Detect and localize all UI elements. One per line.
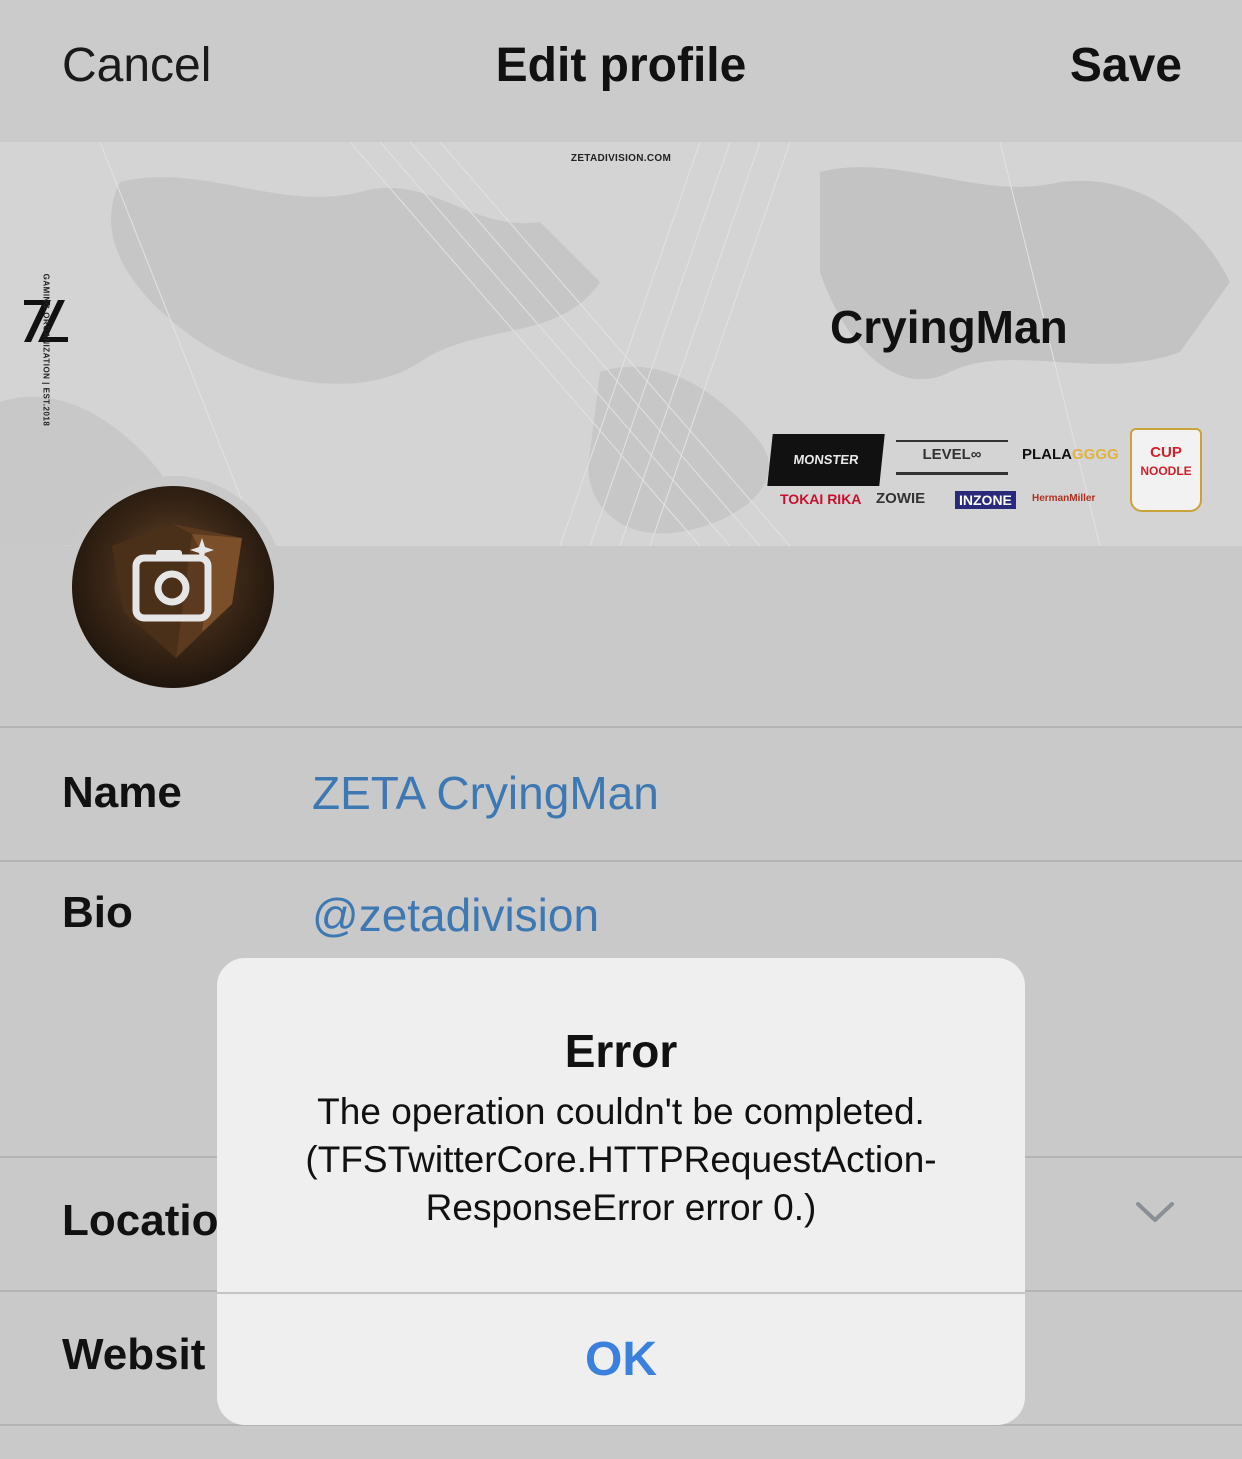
- sponsor-cup-text: CUP: [1150, 444, 1182, 461]
- alert-message: The operation couldn't be completed. (TF…: [305, 1091, 937, 1228]
- sponsor-monster-logo: MONSTER: [767, 434, 885, 486]
- website-label: Websit: [62, 1330, 206, 1379]
- error-alert-dialog: Error The operation couldn't be complete…: [217, 958, 1025, 1425]
- save-button[interactable]: Save: [1070, 38, 1182, 93]
- divider: [0, 726, 1242, 728]
- sponsor-plala-accent: GGGG: [1072, 446, 1119, 463]
- page-title: Edit profile: [495, 39, 747, 92]
- divider: [0, 860, 1242, 862]
- chevron-down-icon[interactable]: [1135, 1200, 1175, 1224]
- location-label: Locatio: [62, 1196, 219, 1245]
- banner-handle-text: CryingMan: [830, 301, 1068, 353]
- bio-field[interactable]: @zetadivision: [312, 888, 599, 942]
- banner-vertical-text: GAMING ORGANIZATION | EST.2018: [41, 273, 51, 427]
- ok-button[interactable]: OK: [217, 1294, 1025, 1425]
- nav-bar: Cancel Edit profile Save: [0, 0, 1242, 140]
- alert-title: Error: [564, 1025, 678, 1077]
- bio-label: Bio: [62, 888, 133, 937]
- sponsor-cup-noodle-logo: CUP NOODLE: [1130, 428, 1202, 512]
- banner-url-text: ZETADIVISION.COM: [570, 153, 672, 164]
- name-field[interactable]: ZETA CryingMan: [312, 766, 659, 820]
- sponsor-tokai-rika-logo: TOKAI RIKA: [780, 491, 862, 507]
- sponsor-zowie-logo: ZOWIE: [876, 490, 926, 507]
- sponsor-plala-text: PLALA: [1022, 446, 1072, 463]
- sponsor-inzone-logo: INZONE: [955, 491, 1016, 509]
- camera-add-icon: [132, 538, 214, 622]
- sponsor-level-logo: LEVEL∞: [896, 440, 1008, 475]
- sponsor-hermanmiller-logo: HermanMiller: [1032, 493, 1096, 504]
- avatar[interactable]: [72, 486, 274, 688]
- sponsor-noodle-text: NOODLE: [1140, 464, 1192, 478]
- name-label: Name: [62, 768, 182, 817]
- sponsor-plala-logo: PLALAGGGG: [1022, 446, 1119, 463]
